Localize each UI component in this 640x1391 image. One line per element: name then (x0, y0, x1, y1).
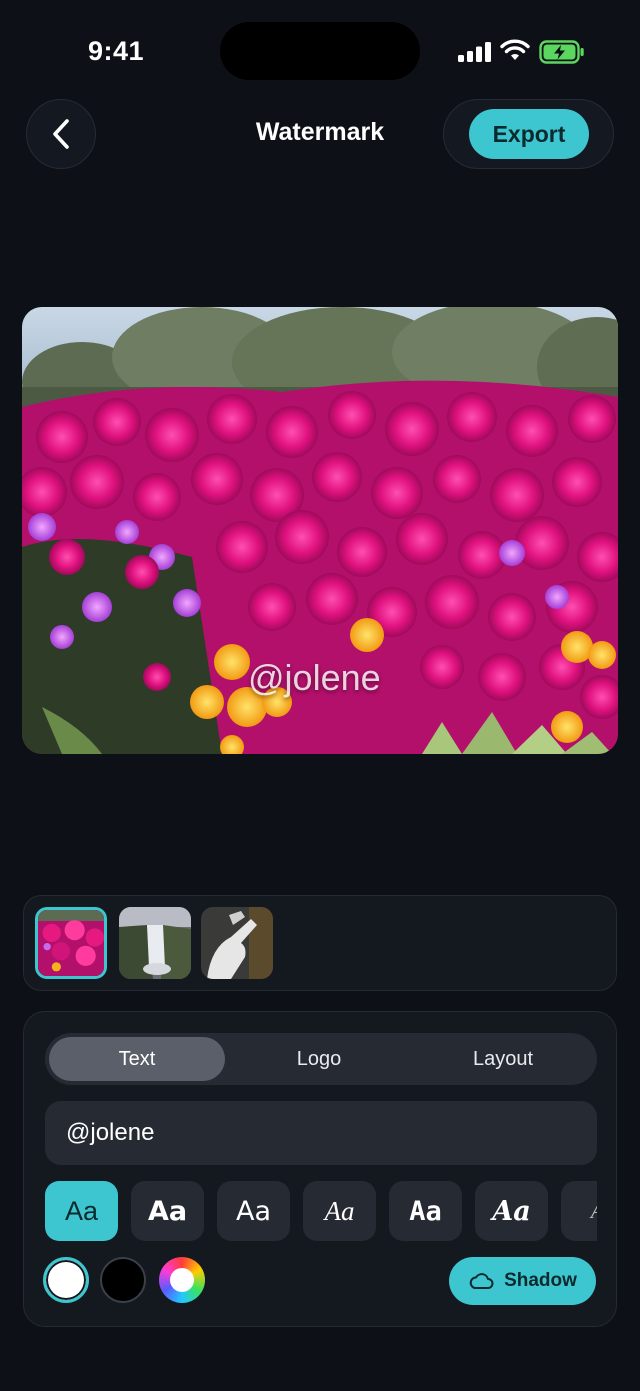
mode-tabs: Text Logo Layout (45, 1033, 597, 1085)
dynamic-island (220, 22, 420, 80)
tab-logo[interactable]: Logo (231, 1037, 407, 1081)
status-bar: 9:41 (0, 0, 640, 100)
shadow-toggle-button[interactable]: Shadow (449, 1257, 596, 1305)
shadow-button-label: Shadow (504, 1270, 577, 1291)
waterfall-thumbnail[interactable] (119, 907, 191, 979)
photo-preview[interactable]: @jolene (22, 307, 618, 754)
wifi-icon (500, 39, 530, 60)
font-option-3[interactable]: Aa (217, 1181, 290, 1241)
color-swatch-white[interactable] (43, 1257, 89, 1303)
export-button-container: Export (443, 99, 614, 169)
color-picker-center (170, 1268, 194, 1292)
font-option-6[interactable]: Aa (475, 1181, 548, 1241)
color-swatch-black[interactable] (100, 1257, 146, 1303)
font-option-5[interactable]: Aa (389, 1181, 462, 1241)
font-option-4[interactable]: Aa (303, 1181, 376, 1241)
cloud-icon (469, 1273, 494, 1289)
font-option-7[interactable]: A (561, 1181, 597, 1241)
export-button[interactable]: Export (469, 109, 589, 159)
flowers-thumbnail[interactable] (35, 907, 107, 979)
font-option-2[interactable]: Aa (131, 1181, 204, 1241)
watermark-text-input[interactable]: @jolene (45, 1101, 597, 1165)
font-style-picker: Aa Aa Aa Aa Aa Aa A (45, 1181, 597, 1243)
watermark-text[interactable]: @jolene (248, 657, 381, 699)
tab-text[interactable]: Text (49, 1037, 225, 1081)
hand-sculpture-thumbnail[interactable] (201, 907, 273, 979)
font-option-1[interactable]: Aa (45, 1181, 118, 1241)
color-picker-rainbow[interactable] (159, 1257, 205, 1303)
battery-charging-icon (539, 40, 584, 64)
thumbnail-strip (23, 895, 617, 991)
status-time: 9:41 (88, 36, 145, 66)
watermark-editor-panel: Text Logo Layout @jolene Aa Aa Aa Aa Aa … (23, 1011, 617, 1327)
cellular-signal-icon (458, 42, 491, 62)
tab-layout[interactable]: Layout (413, 1037, 593, 1081)
